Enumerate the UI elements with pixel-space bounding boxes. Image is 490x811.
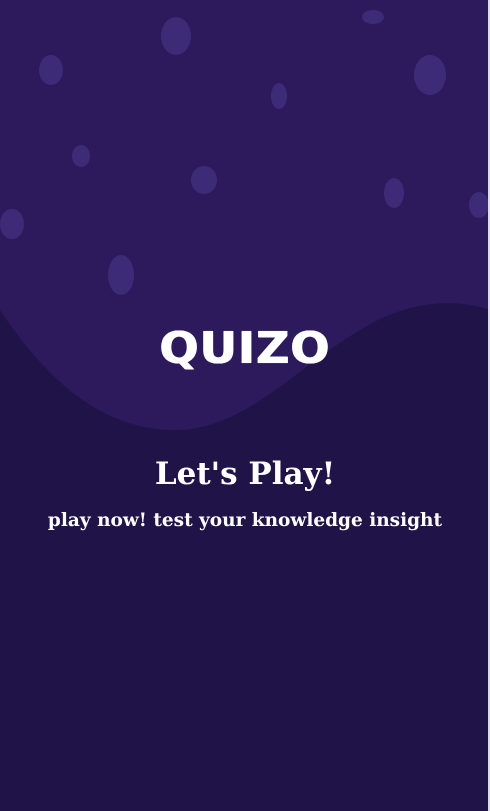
bubble	[384, 178, 404, 208]
bubble	[271, 83, 287, 109]
bubble	[0, 209, 24, 239]
bubble	[414, 55, 446, 95]
bubble	[362, 10, 384, 24]
bubble	[72, 145, 90, 167]
splash-headline: Let's Play!	[154, 456, 336, 492]
bubble	[191, 166, 217, 194]
background-art	[0, 0, 490, 811]
bubble	[469, 192, 489, 218]
bubble	[161, 17, 191, 55]
splash-subline: play now! test your knowledge insight	[47, 510, 443, 531]
bubble	[39, 55, 63, 85]
app-logo: QUIZO	[159, 322, 331, 374]
bubble	[108, 255, 134, 295]
splash-screen: QUIZO Let's Play! play now! test your kn…	[0, 0, 490, 811]
